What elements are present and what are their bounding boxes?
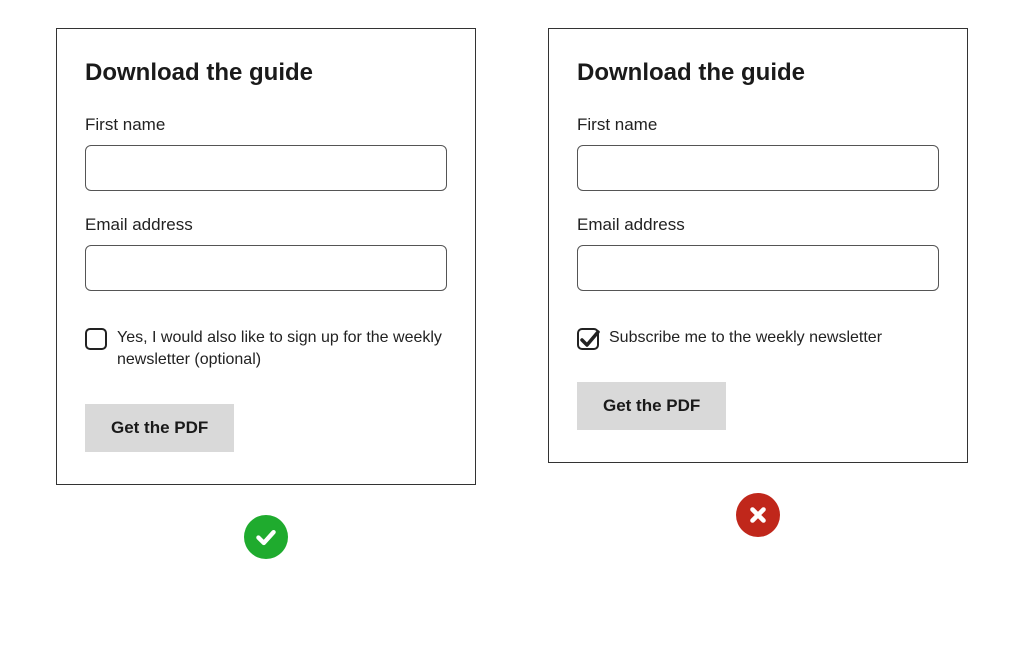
checkbox-checked-icon[interactable] — [577, 328, 599, 350]
checkmark-circle-icon — [244, 515, 288, 559]
checkbox-label: Yes, I would also like to sign up for th… — [117, 327, 447, 372]
status-good-icon — [244, 515, 288, 559]
email-label: Email address — [577, 215, 939, 235]
get-pdf-button[interactable]: Get the PDF — [85, 404, 234, 452]
checkbox-unchecked-icon[interactable] — [85, 328, 107, 350]
comparison-container: Download the guide First name Email addr… — [0, 0, 1024, 559]
newsletter-checkbox-row[interactable]: Yes, I would also like to sign up for th… — [85, 327, 447, 372]
first-name-input[interactable] — [85, 145, 447, 191]
email-input[interactable] — [85, 245, 447, 291]
card-title: Download the guide — [577, 59, 939, 87]
column-good: Download the guide First name Email addr… — [50, 28, 482, 559]
checkbox-label: Subscribe me to the weekly newsletter — [609, 327, 882, 349]
email-label: Email address — [85, 215, 447, 235]
get-pdf-button[interactable]: Get the PDF — [577, 382, 726, 430]
form-card-bad: Download the guide First name Email addr… — [548, 28, 968, 463]
column-bad: Download the guide First name Email addr… — [542, 28, 974, 559]
newsletter-checkbox-row[interactable]: Subscribe me to the weekly newsletter — [577, 327, 939, 350]
form-card-good: Download the guide First name Email addr… — [56, 28, 476, 485]
first-name-input[interactable] — [577, 145, 939, 191]
first-name-label: First name — [85, 115, 447, 135]
email-input[interactable] — [577, 245, 939, 291]
first-name-label: First name — [577, 115, 939, 135]
status-bad-icon — [736, 493, 780, 537]
card-title: Download the guide — [85, 59, 447, 87]
cross-circle-icon — [736, 493, 780, 537]
